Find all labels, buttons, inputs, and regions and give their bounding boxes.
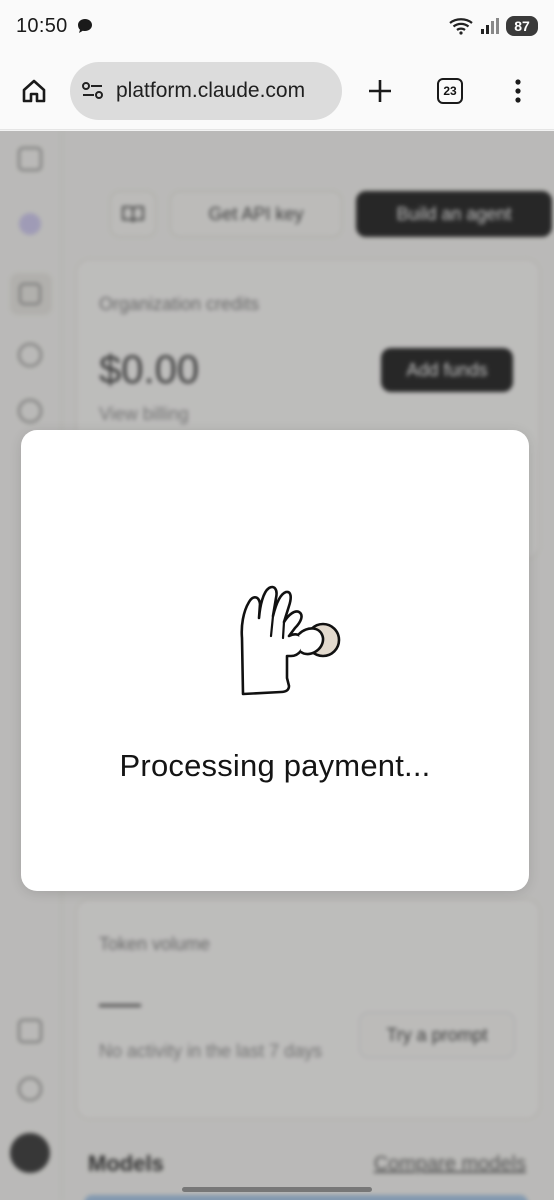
url-text: platform.claude.com bbox=[116, 78, 306, 102]
tabs-icon: 23 bbox=[437, 77, 463, 104]
tabs-button[interactable]: 23 bbox=[428, 69, 472, 113]
browser-toolbar: platform.claude.com 23 bbox=[0, 52, 554, 130]
processing-payment-dialog: Processing payment... bbox=[21, 430, 529, 891]
url-bar[interactable]: platform.claude.com bbox=[70, 61, 342, 120]
wifi-icon bbox=[449, 18, 473, 35]
status-bar: 10:50 87 bbox=[0, 0, 554, 52]
signal-icon bbox=[481, 18, 499, 34]
gesture-navigation-bar[interactable] bbox=[182, 1187, 372, 1192]
new-tab-button[interactable] bbox=[358, 69, 402, 113]
more-vert-icon bbox=[515, 78, 521, 103]
processing-message: Processing payment... bbox=[119, 748, 431, 783]
status-time: 10:50 bbox=[16, 14, 68, 37]
site-settings-icon[interactable] bbox=[80, 79, 106, 103]
home-button[interactable] bbox=[12, 69, 56, 113]
battery-level: 87 bbox=[506, 16, 538, 36]
new-tab-plus-icon bbox=[369, 79, 391, 102]
home-icon bbox=[22, 79, 46, 102]
hand-holding-coin-icon bbox=[240, 585, 341, 696]
chat-bubble-icon bbox=[77, 19, 92, 33]
more-menu-button[interactable] bbox=[496, 69, 540, 113]
